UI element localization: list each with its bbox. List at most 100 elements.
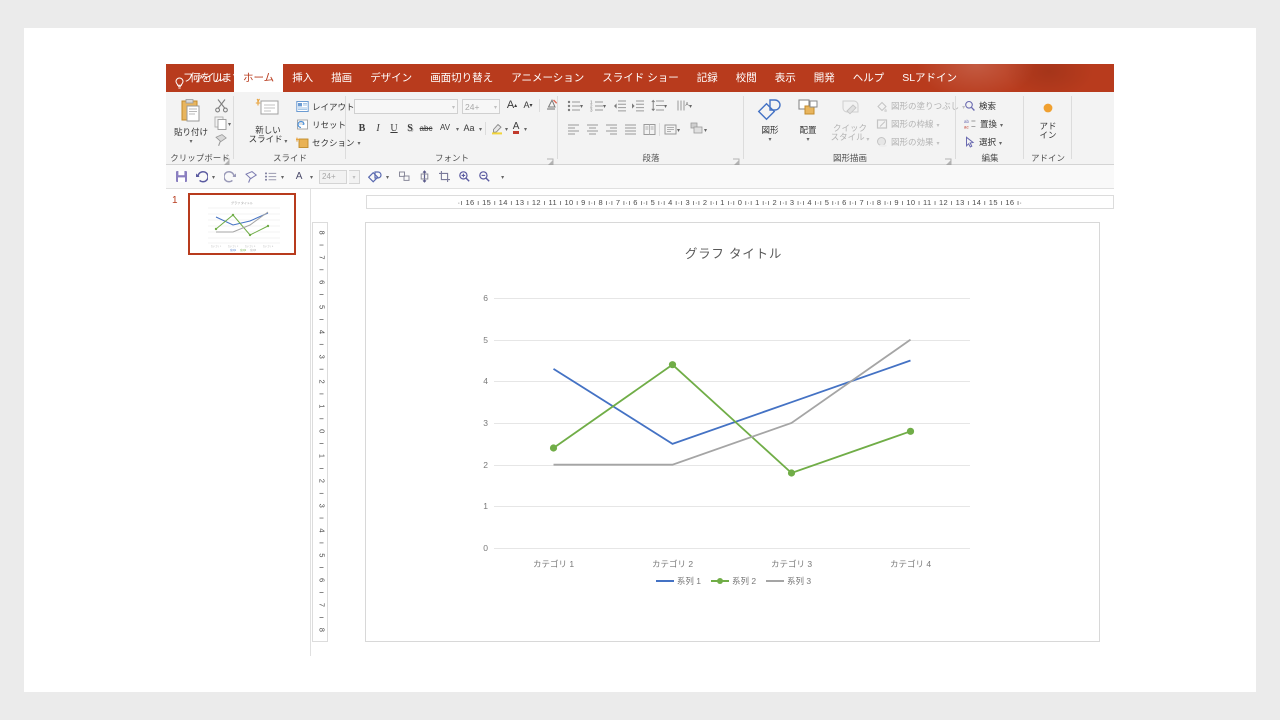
chart[interactable]: グラフ タイトル 0 1 2 3 4 5 6 カテゴリ 1 カテゴリ 2 カテゴリ 3 カテゴリ 4…: [366, 223, 1101, 643]
chart-legend-item-1[interactable]: 系列 2: [710, 575, 756, 587]
justify-button[interactable]: [623, 122, 637, 136]
italic-button[interactable]: I: [370, 120, 386, 136]
font-size-dropdown[interactable]: ▾: [349, 169, 361, 184]
chevron-down-icon[interactable]: ▾: [689, 103, 692, 110]
chevron-down-icon[interactable]: ▾: [524, 126, 527, 133]
ribbon-tab-10[interactable]: 表示: [766, 64, 805, 92]
chevron-down-icon[interactable]: ▾: [452, 104, 455, 111]
chevron-down-icon[interactable]: ▾: [310, 174, 313, 181]
cut-button[interactable]: [214, 98, 229, 118]
chart-marker-1-2[interactable]: [787, 469, 796, 477]
grow-font-button[interactable]: A ▴: [504, 97, 520, 113]
chevron-down-icon[interactable]: ▾: [704, 127, 707, 134]
copy-button[interactable]: ▾: [214, 116, 231, 130]
strikethrough-button[interactable]: abc: [418, 120, 434, 136]
shrink-font-button[interactable]: A ▾: [520, 97, 536, 113]
ribbon-tab-2[interactable]: 挿入: [283, 64, 322, 92]
ribbon-tab-3[interactable]: 描画: [322, 64, 361, 92]
format-painter-button[interactable]: [241, 168, 259, 186]
font-dialog-launcher[interactable]: [546, 154, 555, 165]
bold-button[interactable]: B: [354, 120, 370, 136]
shape-effects-button[interactable]: 図形の効果 ▾: [876, 136, 940, 148]
slide-canvas[interactable]: グラフ タイトル 0 1 2 3 4 5 6 カテゴリ 1 カテゴリ 2 カテゴリ 3 カテゴリ 4…: [365, 222, 1100, 642]
bullets-button[interactable]: [566, 98, 580, 112]
vertical-ruler[interactable]: · 9 ı 8 ı 7 ı 6 ı 5 ı 4 ı 3 ı 2 ı 1 ı 0 …: [312, 222, 328, 642]
chevron-down-icon[interactable]: ▾: [580, 103, 583, 110]
chevron-down-icon[interactable]: ▾: [170, 139, 212, 146]
ribbon-tab-8[interactable]: 記録: [688, 64, 727, 92]
increase-indent-button[interactable]: [630, 98, 644, 112]
chevron-down-icon[interactable]: ▾: [664, 103, 667, 110]
font-size-input[interactable]: 24+: [319, 169, 348, 184]
underline-button[interactable]: U: [386, 120, 402, 136]
chevron-down-icon[interactable]: ▾: [865, 137, 869, 143]
shapes-button[interactable]: 図形 ▾: [752, 98, 788, 144]
ribbon-tab-4[interactable]: デザイン: [361, 64, 421, 92]
chevron-down-icon[interactable]: ▾: [677, 127, 680, 134]
ribbon-tab-11[interactable]: 開発: [805, 64, 844, 92]
chart-series-line-1[interactable]: [552, 363, 911, 475]
shape-outline-button[interactable]: 図形の枠線 ▾: [876, 118, 940, 130]
ribbon-tab-5[interactable]: 画面切り替え: [421, 64, 502, 92]
font-color-button[interactable]: A: [508, 120, 524, 136]
ribbon-tab-7[interactable]: スライド ショー: [593, 64, 687, 92]
horizontal-ruler[interactable]: ·ı 16 ı 15 ı 14 ı 13 ı 12 ı 11 ı 10 ı 9 …: [366, 195, 1114, 209]
convert-to-smartart-button[interactable]: [690, 122, 704, 136]
reset-button[interactable]: リセット: [296, 118, 346, 131]
redo-button[interactable]: [221, 168, 239, 186]
align-button[interactable]: [415, 168, 433, 186]
chevron-down-icon[interactable]: ▾: [479, 126, 482, 133]
font-name-input[interactable]: ▾: [354, 99, 458, 114]
chevron-down-icon[interactable]: ▾: [494, 104, 497, 111]
ribbon-tab-6[interactable]: アニメーション: [502, 64, 593, 92]
quick-styles-button[interactable]: クイック スタイル ▾: [828, 98, 872, 143]
chevron-down-icon[interactable]: ▾: [281, 174, 284, 181]
chevron-down-icon[interactable]: ▾: [386, 174, 389, 181]
align-text-button[interactable]: [663, 122, 677, 136]
addin-button[interactable]: アド イン: [1028, 100, 1068, 140]
line-spacing-button[interactable]: [650, 98, 664, 112]
select-button[interactable]: 選択 ▾: [964, 136, 1002, 148]
chevron-down-icon[interactable]: ▾: [603, 103, 606, 110]
ribbon-tab-12[interactable]: ヘルプ: [844, 64, 894, 92]
ribbon-tab-1[interactable]: ホーム: [234, 64, 284, 92]
chevron-down-icon[interactable]: ▾: [1000, 122, 1003, 129]
paste-button[interactable]: 貼り付け ▾: [170, 98, 212, 146]
font-size-input[interactable]: 24+ ▾: [462, 99, 500, 114]
zoom-in-button[interactable]: [455, 168, 473, 186]
chevron-down-icon[interactable]: ▾: [752, 137, 788, 144]
chart-marker-1-1[interactable]: [668, 361, 677, 369]
drawing-dialog-launcher[interactable]: [944, 154, 953, 165]
bullets-button[interactable]: [261, 168, 279, 186]
chevron-down-icon[interactable]: ▾: [212, 174, 215, 181]
chevron-down-icon[interactable]: ▾: [456, 126, 459, 133]
chart-marker-1-3[interactable]: [906, 427, 915, 435]
text-direction-button[interactable]: A: [675, 98, 689, 112]
font-color-button[interactable]: A: [290, 168, 308, 186]
chart-marker-1-0[interactable]: [549, 444, 558, 452]
align-left-button[interactable]: [566, 122, 580, 136]
chart-legend-item-2[interactable]: 系列 3: [766, 575, 811, 587]
ribbon-tab-9[interactable]: 校閲: [727, 64, 766, 92]
change-case-button[interactable]: Aa: [459, 120, 479, 136]
decrease-indent-button[interactable]: [612, 98, 626, 112]
zoom-out-button[interactable]: [475, 168, 493, 186]
chart-legend-item-0[interactable]: 系列 1: [655, 575, 701, 587]
columns-button[interactable]: [642, 122, 656, 136]
shapes-button[interactable]: [366, 168, 384, 186]
align-center-button[interactable]: [585, 122, 599, 136]
character-spacing-button[interactable]: AV: [434, 120, 456, 136]
new-slide-button[interactable]: 新しい スライド ▾: [244, 98, 292, 145]
text-shadow-button[interactable]: S: [402, 120, 418, 136]
align-right-button[interactable]: [604, 122, 618, 136]
text-highlight-button[interactable]: [489, 120, 505, 136]
chart-legend[interactable]: 系列 1 系列 2 系列 3: [366, 575, 1101, 587]
arrange-button[interactable]: 配置 ▾: [790, 98, 826, 143]
group-button[interactable]: [395, 168, 413, 186]
format-painter-button[interactable]: [214, 133, 228, 152]
chevron-down-icon[interactable]: ▾: [999, 140, 1002, 147]
paragraph-dialog-launcher[interactable]: [732, 154, 741, 165]
find-button[interactable]: 検索: [964, 100, 996, 112]
toolbar-overflow-icon[interactable]: ▾: [501, 174, 504, 181]
replace-button[interactable]: ab ac 置換 ▾: [964, 118, 1003, 130]
